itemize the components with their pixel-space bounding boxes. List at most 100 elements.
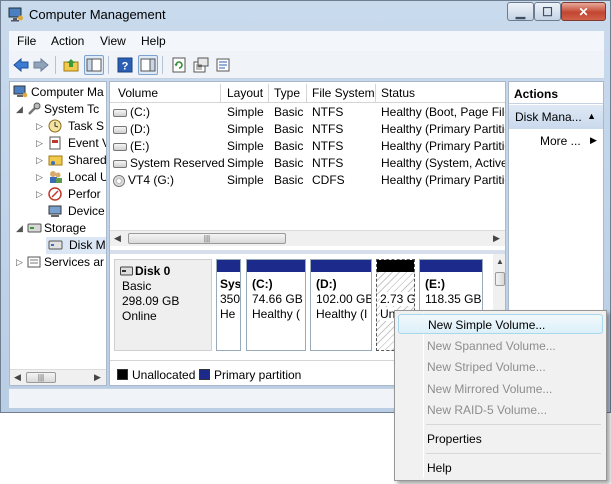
column-divider[interactable] (268, 84, 269, 103)
back-button[interactable] (11, 55, 31, 75)
menu-item-new-striped-volume[interactable]: New Striped Volume... (398, 357, 603, 377)
properties-icon (216, 58, 230, 72)
scroll-left-arrow-icon[interactable]: ◀ (114, 233, 121, 244)
forward-button[interactable] (31, 55, 51, 75)
volume-name-cell: VT4 (G:) (113, 173, 174, 187)
scroll-right-arrow-icon[interactable]: ▶ (94, 372, 101, 383)
cd-drive-icon (113, 174, 125, 187)
minimize-button[interactable]: ▁ (507, 2, 534, 21)
menu-item-new-spanned-volume[interactable]: New Spanned Volume... (398, 336, 603, 356)
layout-cell: Simple (227, 139, 264, 153)
scroll-left-arrow-icon[interactable]: ◀ (14, 372, 21, 383)
tree-item-label: Computer Ma (31, 85, 104, 99)
menu-item-new-mirrored-volume[interactable]: New Mirrored Volume... (398, 379, 603, 399)
menu-action[interactable]: Action (51, 34, 84, 48)
column-header-volume[interactable]: Volume (118, 86, 158, 100)
submenu-arrow-icon: ▶ (590, 135, 597, 145)
scroll-right-arrow-icon[interactable]: ▶ (493, 233, 500, 244)
menu-item-new-raid5-volume[interactable]: New RAID-5 Volume... (398, 400, 603, 420)
up-one-level-button[interactable] (61, 55, 81, 75)
type-cell: Basic (274, 122, 304, 136)
volume-row[interactable]: (C:) Simple Basic NTFS Healthy (Boot, Pa… (110, 104, 505, 121)
partition-name: (C:) (252, 277, 273, 291)
menu-file[interactable]: File (17, 34, 36, 48)
column-header-type[interactable]: Type (274, 86, 300, 100)
volume-list-horizontal-scrollbar[interactable]: ◀ ||| ▶ (110, 230, 505, 246)
tree-item-disk-management[interactable]: Disk M (46, 237, 106, 254)
properties-button[interactable] (213, 55, 233, 75)
volume-name: System Reserved (130, 156, 225, 170)
expand-triangle-icon[interactable]: ▷ (36, 189, 46, 200)
primary-partition-bar (311, 260, 371, 272)
window-title: Computer Management (29, 7, 166, 22)
layout-cell: Simple (227, 105, 264, 119)
expand-triangle-icon[interactable]: ▷ (36, 138, 46, 149)
primary-partition-bar (217, 260, 240, 272)
scroll-thumb[interactable]: ||| (26, 372, 56, 383)
column-header-status[interactable]: Status (381, 86, 415, 100)
tree-item-label: Services ar (44, 255, 105, 269)
maximize-button[interactable]: ☐ (534, 2, 561, 21)
layout-cell: Simple (227, 122, 264, 136)
disk-0-label[interactable]: Disk 0 Basic 298.09 GB Online (114, 259, 212, 351)
volume-row[interactable]: System Reserved Simple Basic NTFS Health… (110, 155, 505, 172)
menu-item-new-simple-volume[interactable]: New Simple Volume... (398, 314, 603, 334)
file-system-cell: CDFS (312, 173, 345, 187)
volume-name: (E:) (130, 139, 150, 153)
drive-icon (113, 125, 127, 134)
scroll-thumb[interactable]: ||| (128, 233, 286, 244)
tree-item-label: Task S (68, 119, 105, 133)
collapse-up-arrow-icon[interactable]: ▲ (587, 111, 596, 121)
toolbar-separator (162, 56, 163, 74)
title-bar[interactable]: Computer Management ▁ ☐ ✕ (1, 1, 610, 29)
forward-arrow-icon (33, 58, 49, 72)
actions-disk-management-group[interactable]: Disk Mana... ▲ (509, 105, 603, 129)
expand-triangle-icon[interactable]: ▷ (36, 155, 46, 166)
disk-state: Online (122, 309, 157, 323)
tree-item-label: Device (68, 204, 105, 218)
scroll-up-arrow-icon[interactable]: ▲ (496, 257, 504, 266)
partition-size: 118.35 GB (425, 292, 482, 306)
export-list-button[interactable] (191, 55, 211, 75)
tree-item-label: Shared (68, 153, 107, 167)
collapse-triangle-icon[interactable]: ◢ (16, 223, 26, 234)
primary-partition-bar (420, 260, 482, 272)
refresh-button[interactable] (169, 55, 189, 75)
partition-d[interactable]: (D:) 102.00 GB Healthy (I (310, 259, 372, 351)
column-divider[interactable] (375, 84, 376, 103)
back-arrow-icon (13, 58, 29, 72)
menu-item-help[interactable]: Help (398, 458, 603, 478)
partition-name: (D:) (316, 277, 337, 291)
menu-help[interactable]: Help (141, 34, 166, 48)
shared-folder-icon (48, 155, 63, 166)
volume-row[interactable]: VT4 (G:) Simple Basic CDFS Healthy (Prim… (110, 172, 505, 189)
volume-row[interactable]: (D:) Simple Basic NTFS Healthy (Primary … (110, 121, 505, 138)
menu-bar: File Action View Help (9, 31, 604, 51)
tree-horizontal-scrollbar[interactable]: ◀ ||| ▶ (10, 369, 106, 385)
volume-row[interactable]: (E:) Simple Basic NTFS Healthy (Primary … (110, 138, 505, 155)
help-button[interactable]: ? (115, 55, 135, 75)
column-header-layout[interactable]: Layout (227, 86, 263, 100)
status-cell: Healthy (Primary Partitio (381, 173, 506, 187)
expand-triangle-icon[interactable]: ▷ (36, 172, 46, 183)
show-hide-action-pane-button[interactable] (138, 55, 158, 75)
services-icon (27, 256, 41, 268)
column-divider[interactable] (220, 84, 221, 103)
column-header-file-system[interactable]: File System (312, 86, 375, 100)
expand-triangle-icon[interactable]: ▷ (36, 121, 46, 132)
column-divider[interactable] (306, 84, 307, 103)
expand-triangle-icon[interactable]: ▷ (16, 257, 26, 268)
volume-name: VT4 (G:) (128, 173, 175, 187)
maximize-icon: ☐ (542, 4, 553, 19)
show-hide-console-tree-button[interactable] (84, 55, 104, 75)
menu-view[interactable]: View (100, 34, 126, 48)
volume-name-cell: System Reserved (113, 156, 225, 170)
close-button[interactable]: ✕ (561, 2, 606, 21)
scroll-thumb[interactable] (495, 272, 505, 286)
collapse-triangle-icon[interactable]: ◢ (16, 104, 26, 115)
layout-cell: Simple (227, 173, 264, 187)
partition-c[interactable]: (C:) 74.66 GB Healthy ( (246, 259, 306, 351)
more-actions-item[interactable]: More ... ▶ (540, 134, 597, 148)
partition-system-reserved[interactable]: Sys 350 He (216, 259, 241, 351)
menu-item-properties[interactable]: Properties (398, 429, 603, 449)
